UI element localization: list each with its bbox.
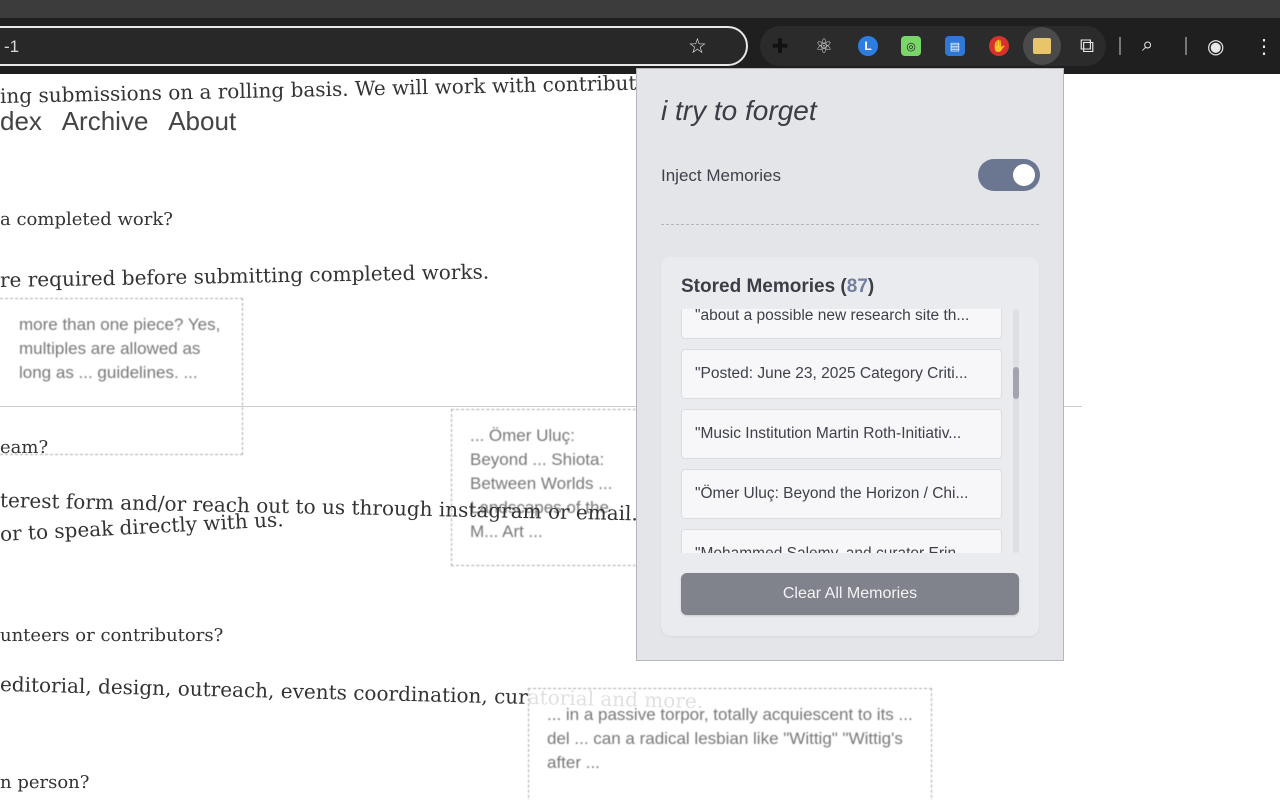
lastpass-icon[interactable]: L <box>858 36 878 56</box>
extensions-bar: ✚ ⚛ L ◎ ▤ ✋ ⧉ <box>760 26 1106 66</box>
browser-toolbar: -1 ☆ ✚ ⚛ L ◎ ▤ ✋ ⧉ ⌕ ◉ ⋮ <box>0 18 1280 74</box>
popup-title: i try to forget <box>661 95 817 126</box>
inject-memories-toggle[interactable] <box>978 159 1040 191</box>
memory-count: 87 <box>846 276 868 297</box>
react-icon[interactable]: ⚛ <box>814 36 834 58</box>
memory-item[interactable]: "about a possible new research site th..… <box>681 309 1002 339</box>
memory-ext-icon[interactable] <box>1023 27 1061 65</box>
memory-overlay-box: ... in a passive torpor, totally acquies… <box>528 688 932 800</box>
faq-question: eam? <box>0 437 49 458</box>
faq-answer: re required before submitting completed … <box>0 259 490 292</box>
memory-item[interactable]: "Posted: June 23, 2025 Category Criti... <box>681 349 1002 399</box>
hand-icon[interactable]: ✋ <box>989 36 1009 56</box>
memory-item[interactable]: "Mohammed Salemy, and curator Erin... <box>681 529 1002 553</box>
popup-divider <box>661 224 1039 225</box>
nav-about[interactable]: About <box>168 106 236 136</box>
site-nav: dex Archive About <box>0 106 250 137</box>
stored-memories-heading: Stored Memories (87) <box>681 276 874 298</box>
page-line: ing submissions on a rolling basis. We w… <box>0 74 695 108</box>
toolbar-divider <box>1185 37 1187 55</box>
address-text: -1 <box>4 37 20 56</box>
extension-popup: i try to forget Inject Memories Stored M… <box>636 68 1064 661</box>
evernote-icon[interactable]: ◎ <box>901 36 921 56</box>
scrollbar-thumb[interactable] <box>1013 367 1019 399</box>
window-titlebar <box>0 0 1280 18</box>
bookmark-star-icon[interactable]: ☆ <box>688 34 707 59</box>
inject-memories-label: Inject Memories <box>661 166 781 185</box>
clear-all-memories-button[interactable]: Clear All Memories <box>681 573 1019 615</box>
extensions-icon[interactable]: ⧉ <box>1077 35 1097 57</box>
address-bar[interactable]: -1 ☆ <box>0 26 748 66</box>
faq-question: a completed work? <box>0 209 173 230</box>
faq-question: unteers or contributors? <box>0 625 224 646</box>
stored-memories-label-close: ) <box>867 276 875 297</box>
doc-icon[interactable]: ▤ <box>945 36 965 56</box>
memory-list[interactable]: "about a possible new research site th..… <box>681 309 1019 553</box>
tab-search-icon[interactable]: ⌕ <box>1142 34 1153 57</box>
toggle-knob <box>1013 164 1035 186</box>
memory-list-scrollbar[interactable] <box>1013 309 1019 553</box>
menu-icon[interactable]: ⋮ <box>1254 34 1274 59</box>
nav-index[interactable]: dex <box>0 106 42 136</box>
nav-archive[interactable]: Archive <box>62 106 149 136</box>
toolbar-divider <box>1119 37 1121 55</box>
folder-icon <box>1033 38 1051 54</box>
puzzle-black-icon[interactable]: ✚ <box>770 36 790 58</box>
stored-memories-label: Stored Memories ( <box>681 276 847 297</box>
memory-overlay-box: ... Ömer Uluç: Beyond ... Shiota: Betwee… <box>451 409 651 566</box>
memory-item[interactable]: "Ömer Uluç: Beyond the Horizon / Chi... <box>681 469 1002 519</box>
profile-icon[interactable]: ◉ <box>1207 34 1224 59</box>
stored-memories-panel: Stored Memories (87) "about a possible n… <box>661 257 1039 636</box>
faq-question: n person? <box>0 772 90 793</box>
memory-item[interactable]: "Music Institution Martin Roth-Initiativ… <box>681 409 1002 459</box>
memory-overlay-box: more than one piece? Yes, multiples are … <box>0 298 243 455</box>
